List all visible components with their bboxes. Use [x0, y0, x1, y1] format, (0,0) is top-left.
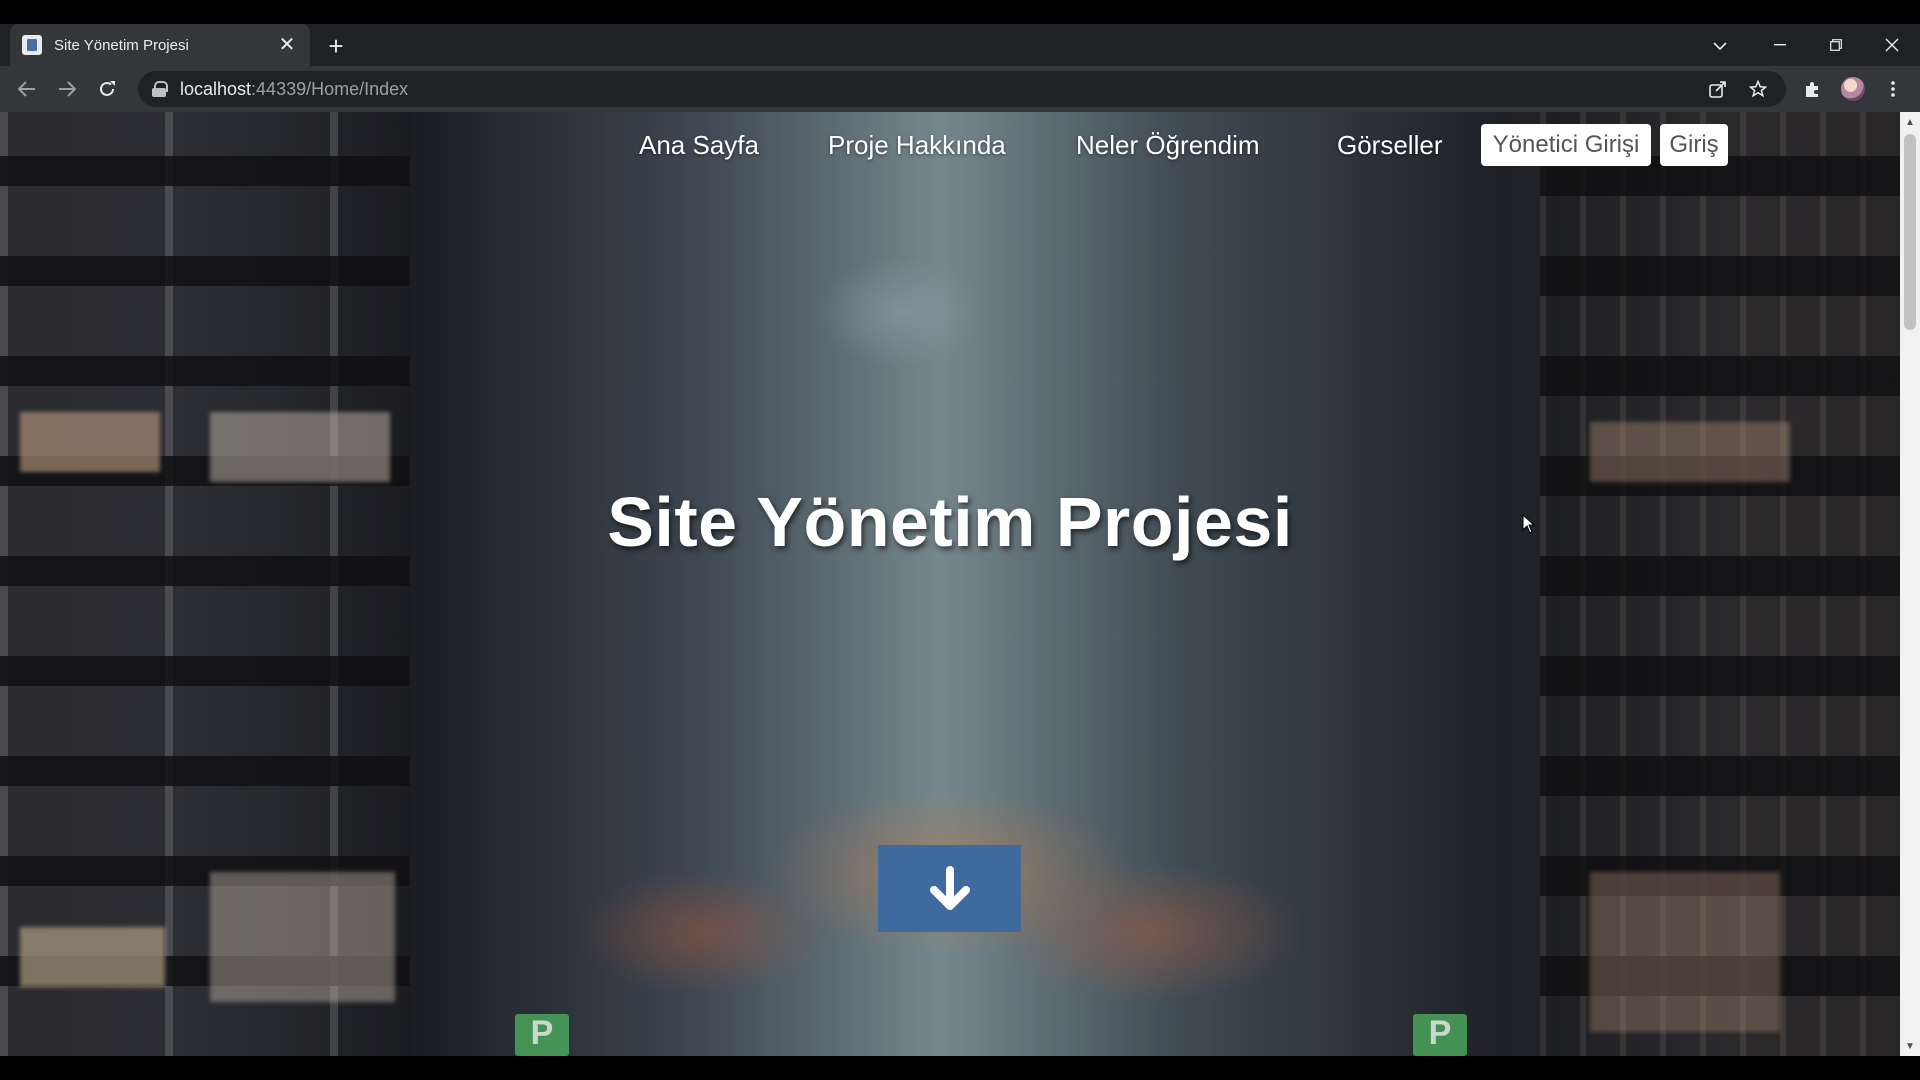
scroll-down-arrow-icon[interactable]: ▼ — [1900, 1036, 1920, 1056]
nav-link-home[interactable]: Ana Sayfa — [639, 130, 759, 161]
lock-icon[interactable] — [152, 81, 168, 97]
share-icon[interactable] — [1702, 71, 1734, 107]
tab-search-icon[interactable] — [1706, 32, 1734, 60]
nav-link-what-i-learned[interactable]: Neler Öğrendim — [1076, 130, 1260, 161]
screen-bottom-bar — [0, 1056, 1920, 1080]
screen-top-bar — [0, 0, 1920, 24]
page-scrollbar[interactable]: ▲ ▼ — [1900, 112, 1920, 1056]
back-arrow-icon[interactable] — [13, 75, 41, 103]
tab-close-icon[interactable]: ✕ — [276, 34, 298, 56]
bookmark-star-icon[interactable] — [1742, 71, 1774, 107]
browser-toolbar: localhost:44339/Home/Index — [0, 66, 1920, 112]
scrollbar-thumb[interactable] — [1904, 134, 1916, 330]
hero-title: Site Yönetim Projesi — [607, 483, 1293, 561]
minimize-icon[interactable] — [1752, 24, 1808, 66]
login-button[interactable]: Giriş — [1660, 124, 1728, 166]
forward-arrow-icon[interactable] — [53, 75, 81, 103]
page-favicon-icon — [22, 35, 42, 55]
scroll-down-button[interactable] — [878, 845, 1021, 932]
tab-strip: Site Yönetim Projesi ✕ + — [0, 24, 1920, 66]
address-bar[interactable]: localhost:44339/Home/Index — [138, 71, 1786, 107]
close-window-icon[interactable] — [1864, 24, 1920, 66]
scroll-up-arrow-icon[interactable]: ▲ — [1900, 112, 1920, 132]
site-navbar: Ana Sayfa Proje Hakkında Neler Öğrendim … — [0, 112, 1900, 192]
profile-avatar[interactable] — [1839, 75, 1867, 103]
url-path: :44339/Home/Index — [251, 78, 409, 99]
parking-sign: P — [515, 1014, 569, 1056]
extensions-puzzle-icon[interactable] — [1799, 75, 1827, 103]
mouse-cursor-icon — [1522, 513, 1536, 539]
new-tab-button[interactable]: + — [322, 31, 350, 61]
admin-login-button[interactable]: Yönetici Girişi — [1481, 124, 1651, 166]
page-viewport: P P Ana Sayfa Proje Hakkında Neler Öğren… — [0, 112, 1900, 1056]
browser-menu-icon[interactable] — [1879, 75, 1907, 103]
browser-tab[interactable]: Site Yönetim Projesi ✕ — [10, 24, 310, 66]
nav-link-about-project[interactable]: Proje Hakkında — [828, 130, 1006, 161]
restore-icon[interactable] — [1808, 24, 1864, 66]
tab-title: Site Yönetim Projesi — [54, 36, 189, 54]
nav-link-gallery[interactable]: Görseller — [1337, 130, 1442, 161]
reload-icon[interactable] — [93, 75, 121, 103]
window-controls — [1752, 24, 1920, 66]
arrow-down-icon — [929, 865, 970, 910]
url-host: localhost — [180, 78, 252, 99]
parking-sign: P — [1413, 1014, 1467, 1056]
url-text: localhost:44339/Home/Index — [180, 79, 408, 100]
